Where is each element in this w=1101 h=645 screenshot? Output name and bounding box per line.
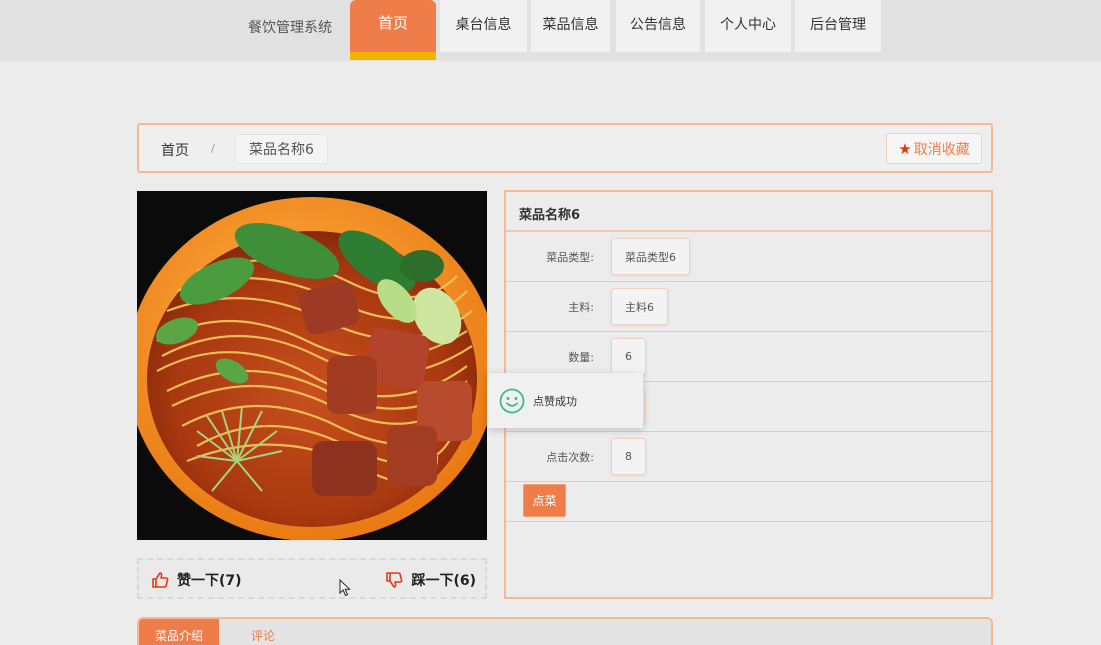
noodle-dish-photo (137, 191, 487, 540)
nav-item-label: 公告信息 (630, 17, 686, 33)
nav-item-tables[interactable]: 桌台信息 (440, 0, 527, 52)
detail-label: 点击次数: (546, 451, 594, 464)
smile-icon (499, 388, 525, 413)
detail-row-type: 菜品类型: 菜品类型6 (506, 232, 991, 282)
order-button[interactable]: 点菜 (523, 484, 566, 517)
divider (506, 521, 991, 522)
like-button[interactable]: 赞一下(7) (151, 570, 242, 590)
dish-tabs: 菜品介绍 评论 (137, 617, 993, 645)
star-icon: ★ (898, 139, 912, 158)
detail-label: 菜品类型: (546, 251, 594, 264)
detail-value: 主料6 (611, 288, 668, 325)
dislike-button[interactable]: 踩一下(6) (385, 570, 476, 590)
breadcrumb-current: 菜品名称6 (235, 134, 328, 164)
detail-value: 菜品类型6 (611, 238, 690, 275)
detail-row-clicks: 点击次数: 8 (506, 432, 991, 482)
nav-item-label: 桌台信息 (455, 17, 512, 33)
detail-label: 数量: (568, 351, 594, 364)
dish-image (137, 191, 487, 540)
tab-comments[interactable]: 评论 (235, 619, 291, 645)
unfavorite-button[interactable]: ★ 取消收藏 (886, 133, 982, 164)
detail-row-ingredient: 主料: 主料6 (506, 282, 991, 332)
breadcrumb: 首页 / 菜品名称6 ★ 取消收藏 (137, 123, 993, 173)
nav-item-label: 个人中心 (720, 17, 776, 33)
detail-value: 6 (611, 338, 646, 375)
nav-item-admin[interactable]: 后台管理 (795, 0, 881, 52)
detail-label: 主料: (568, 301, 594, 314)
unfavorite-label: 取消收藏 (913, 141, 970, 158)
nav-item-label: 菜品信息 (542, 17, 599, 33)
thumbs-up-icon (152, 572, 169, 588)
brand-title: 餐饮管理系统 (248, 20, 332, 36)
nav-item-home[interactable]: 首页 (350, 0, 436, 60)
thumbs-down-icon (386, 572, 403, 588)
like-label: 赞一下(7) (177, 573, 242, 589)
detail-value: 8 (611, 438, 646, 475)
nav-item-dishes[interactable]: 菜品信息 (531, 0, 610, 52)
top-nav: 餐饮管理系统 首页 桌台信息 菜品信息 公告信息 个人中心 后台管理 (0, 0, 1101, 61)
toast-text: 点赞成功 (533, 394, 577, 408)
toast-message: 点赞成功 (487, 373, 643, 428)
dish-title: 菜品名称6 (506, 192, 991, 232)
like-bar: 赞一下(7) 踩一下(6) (137, 558, 487, 599)
nav-item-profile[interactable]: 个人中心 (705, 0, 791, 52)
dislike-label: 踩一下(6) (411, 573, 476, 589)
nav-item-label: 后台管理 (810, 17, 866, 33)
breadcrumb-separator: / (211, 142, 215, 155)
nav-item-label: 首页 (377, 14, 408, 32)
nav-item-announcements[interactable]: 公告信息 (616, 0, 700, 52)
tab-dish-intro[interactable]: 菜品介绍 (139, 619, 220, 645)
breadcrumb-home-link[interactable]: 首页 (161, 140, 189, 160)
mouse-cursor-icon (339, 579, 351, 597)
